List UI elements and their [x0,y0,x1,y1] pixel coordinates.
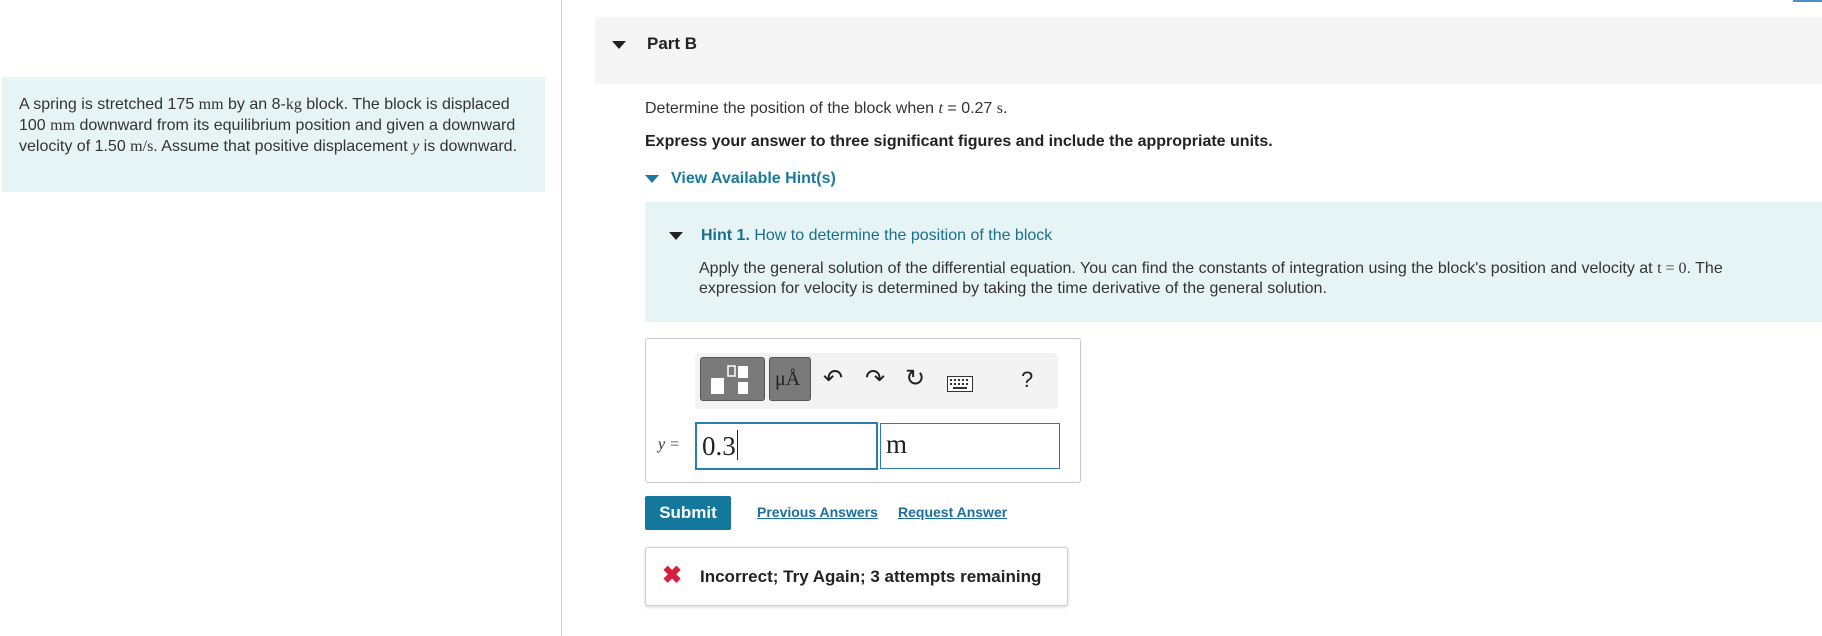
hint-math: t = 0 [1657,260,1687,277]
view-hints-label: View Available Hint(s) [671,170,836,187]
hint-title[interactable]: Hint 1. How to determine the position of… [701,227,1052,245]
templates-button[interactable] [700,357,765,401]
answer-widget: μÅ ↶ ↷ ↻ ? y = 0.3 m [645,338,1081,483]
problem-text: is downward. [419,138,518,155]
part-header: Part B [595,17,1822,84]
request-answer-link[interactable]: Request Answer [898,504,1007,520]
top-accent-line [1793,0,1822,2]
answer-value-text: 0.3 [702,431,736,461]
keyboard-svg [947,376,973,392]
reset-icon[interactable]: ↻ [905,365,925,393]
previous-answers-link[interactable]: Previous Answers [757,504,878,520]
question-prefix: Determine the position of the block when [645,100,939,117]
problem-text: . Assume that positive displacement [153,138,413,155]
hint-body: Apply the general solution of the differ… [699,259,1799,299]
part-title: Part B [647,34,698,53]
collapse-triangle-icon[interactable] [612,41,626,49]
hint-body-text: Apply the general solution of the differ… [699,260,1658,277]
problem-text: A spring is stretched 175 [19,96,199,113]
question-value: = 0.27 [942,100,997,117]
feedback-text: Incorrect; Try Again; 3 attempts remaini… [700,567,1042,586]
hint-collapse-triangle-icon[interactable] [669,232,683,240]
answer-value-input[interactable]: 0.3 [695,422,878,470]
redo-icon[interactable]: ↷ [865,365,885,393]
text-caret [736,430,738,460]
error-x-icon: ✖ [662,562,683,589]
templates-icon [711,365,748,394]
answer-units-text: m [886,429,908,459]
help-icon[interactable]: ? [1021,366,1033,394]
hint-expand-triangle-icon [645,175,659,183]
symbols-label: μÅ [775,368,801,390]
panel-divider [561,0,562,636]
question-text: Determine the position of the block when… [645,100,1007,118]
problem-unit: mm [198,96,224,113]
problem-unit: m/s [130,138,154,155]
view-hints-toggle[interactable]: View Available Hint(s) [645,170,836,188]
keyboard-icon[interactable] [947,371,973,399]
answer-instruction: Express your answer to three significant… [645,133,1273,150]
question-suffix: . [1003,100,1008,117]
symbols-button[interactable]: μÅ [769,357,811,401]
math-toolbar: μÅ ↶ ↷ ↻ ? [695,353,1058,409]
feedback-box: ✖ Incorrect; Try Again; 3 attempts remai… [645,547,1068,606]
submit-button[interactable]: Submit [645,496,731,530]
problem-unit: mm [50,117,76,134]
answer-variable-label: y = [658,436,680,453]
problem-statement: A spring is stretched 175 mm by an 8-kg … [2,77,545,192]
problem-text: by an 8- [223,96,286,113]
hint-panel: Hint 1. How to determine the position of… [645,202,1822,322]
answer-units-input[interactable]: m [880,423,1060,469]
hint-number: Hint 1. [701,227,750,244]
hint-title-text: How to determine the position of the blo… [749,227,1053,244]
problem-unit: kg [285,96,302,113]
undo-icon[interactable]: ↶ [823,365,843,393]
